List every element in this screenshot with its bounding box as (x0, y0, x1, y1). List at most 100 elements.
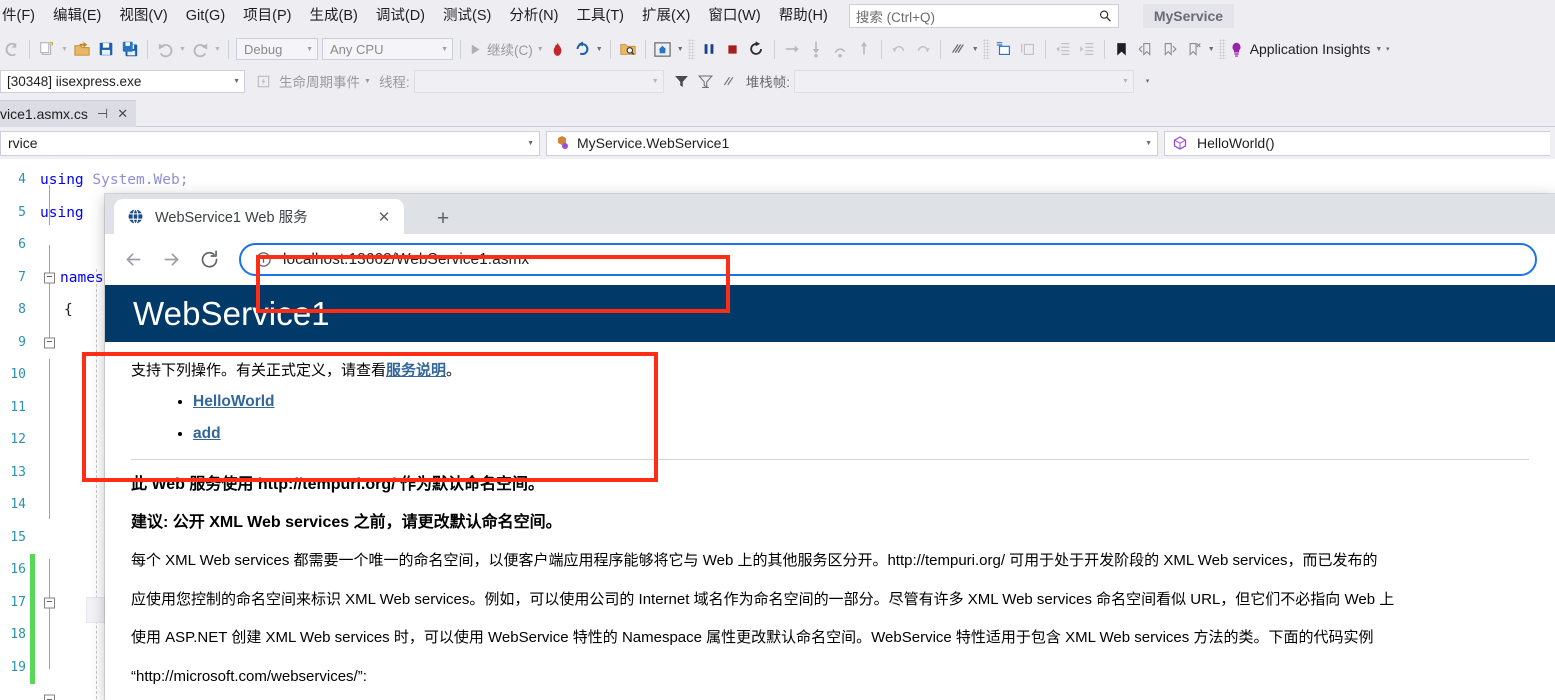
menu-item-test[interactable]: 测试(S) (434, 3, 500, 29)
threads-icon[interactable] (946, 37, 970, 61)
continue-label: 继续(C) (487, 43, 533, 58)
undo-icon[interactable] (153, 37, 177, 61)
service-description-link[interactable]: 服务说明 (386, 362, 446, 379)
show-next-statement-icon[interactable] (780, 37, 804, 61)
threads-caret-icon[interactable]: ▼ (970, 38, 981, 60)
menu-item-debug[interactable]: 调试(D) (367, 3, 434, 29)
member-value: HelloWorld() (1197, 135, 1275, 151)
menu-item-extensions[interactable]: 扩展(X) (633, 3, 699, 29)
menu-item-tools[interactable]: 工具(T) (567, 3, 633, 29)
next-bookmark-icon[interactable] (1158, 37, 1182, 61)
toolbar-overflow-icon[interactable]: ▾ (1382, 38, 1393, 60)
redo-icon[interactable] (188, 37, 212, 61)
menu-item-window[interactable]: 窗口(W) (699, 3, 769, 29)
comment-selection-icon[interactable] (992, 37, 1016, 61)
restart-icon[interactable] (570, 37, 594, 61)
menu-item-git[interactable]: Git(G) (177, 3, 234, 29)
decrease-indent-icon[interactable] (1051, 37, 1075, 61)
toolbar-separator-2 (147, 39, 148, 59)
clear-bookmarks-icon[interactable] (1182, 37, 1206, 61)
menu-item-view[interactable]: 视图(V) (110, 3, 176, 29)
step-into-icon[interactable] (804, 37, 828, 61)
menu-item-build[interactable]: 生成(B) (301, 3, 367, 29)
web-browser-icon[interactable] (651, 37, 675, 61)
process-dropdown[interactable]: [30348] iisexpress.exe ▼ (0, 69, 245, 93)
toolbar-grip-3[interactable] (1218, 39, 1226, 59)
menu-item-file[interactable]: 件(F) (0, 3, 44, 29)
stack-frame-dropdown[interactable]: ▼ (793, 69, 1134, 93)
chevron-down-icon[interactable]: ▼ (537, 46, 544, 53)
filter-icon[interactable] (670, 69, 694, 93)
browse-with-icon[interactable] (616, 37, 640, 61)
new-project-caret-icon[interactable]: ▼ (59, 38, 70, 60)
back-navigate-icon[interactable] (0, 37, 24, 61)
fold-toggle-icon[interactable]: − (44, 337, 55, 349)
new-project-icon[interactable] (35, 37, 59, 61)
step-back-icon[interactable] (887, 37, 911, 61)
debugbar-overflow-icon[interactable]: ▾ (1142, 70, 1153, 92)
menu-item-edit[interactable]: 编辑(E) (44, 3, 110, 29)
step-out-icon[interactable] (852, 37, 876, 61)
threads-view-icon[interactable] (718, 69, 742, 93)
lifecycle-events-icon[interactable] (251, 69, 275, 93)
open-file-icon[interactable] (70, 37, 94, 61)
new-tab-button[interactable]: + (430, 205, 456, 231)
forward-button[interactable] (155, 243, 188, 276)
pin-icon[interactable]: ⊣ (97, 106, 108, 122)
save-icon[interactable] (94, 37, 118, 61)
thread-dropdown[interactable]: ▼ (413, 69, 664, 93)
undo-caret-icon[interactable]: ▼ (177, 38, 188, 60)
step-forward-icon[interactable] (911, 37, 935, 61)
line-number: 12 (10, 432, 26, 447)
tab-close-icon[interactable]: ✕ (374, 207, 394, 227)
standard-toolbar: ▼ ▼ ▼ Debug ▼ Any CPU ▼ 继续(C) ▼ ▼ ▼ ▼ ▼ … (0, 33, 1555, 65)
chevron-down-icon: ▼ (527, 139, 534, 147)
chevron-down-icon[interactable]: ▼ (1375, 46, 1382, 53)
browser-tab[interactable]: WebService1 Web 服务 ✕ (114, 199, 404, 234)
uncomment-selection-icon[interactable] (1016, 37, 1040, 61)
restart-caret-icon[interactable]: ▼ (594, 38, 605, 60)
previous-bookmark-icon[interactable] (1134, 37, 1158, 61)
divider (131, 458, 1529, 460)
step-over-icon[interactable] (828, 37, 852, 61)
web-browser-caret-icon[interactable]: ▼ (675, 38, 686, 60)
menu-item-analyze[interactable]: 分析(N) (500, 3, 567, 29)
menu-item-help[interactable]: 帮助(H) (770, 3, 837, 29)
save-all-icon[interactable] (118, 37, 142, 61)
fold-toggle-icon[interactable]: − (44, 597, 55, 609)
toolbar-grip-2[interactable] (982, 39, 990, 59)
chevron-down-icon[interactable]: ▼ (364, 78, 371, 85)
application-insights-button[interactable]: Application Insights ▼ (1228, 41, 1382, 58)
line-number: 13 (10, 464, 26, 480)
redo-caret-icon[interactable]: ▼ (212, 38, 223, 60)
operation-link-add[interactable]: add (193, 425, 221, 442)
solution-platform-dropdown[interactable]: Any CPU ▼ (322, 38, 453, 60)
member-dropdown[interactable]: HelloWorld() (1164, 130, 1550, 156)
type-dropdown[interactable]: MyService.WebService1 ▼ (546, 130, 1158, 156)
operation-link-helloworld[interactable]: HelloWorld (193, 393, 275, 410)
global-search-box[interactable]: 搜索 (Ctrl+Q) (848, 4, 1119, 28)
toolbar-grip[interactable] (687, 39, 695, 59)
project-dropdown[interactable]: rvice ▼ (0, 130, 540, 156)
reload-button[interactable] (193, 243, 226, 276)
filter-clear-icon[interactable] (694, 69, 718, 93)
menu-item-project[interactable]: 项目(P) (234, 3, 300, 29)
bookmarks-caret-icon[interactable]: ▼ (1206, 38, 1217, 60)
fold-toggle-icon[interactable]: − (44, 272, 55, 284)
solution-configuration-dropdown[interactable]: Debug ▼ (236, 38, 318, 60)
increase-indent-icon[interactable] (1075, 37, 1099, 61)
account-name[interactable]: MyService (1142, 4, 1235, 28)
document-tab-webservice1[interactable]: vice1.asmx.cs ⊣ ✕ (0, 100, 137, 127)
continue-button[interactable]: 继续(C) ▼ (466, 39, 546, 59)
toggle-bookmark-icon[interactable] (1110, 37, 1134, 61)
break-all-icon[interactable] (697, 37, 721, 61)
code-line[interactable]: using System.Web; (40, 164, 1555, 197)
close-icon[interactable]: ✕ (117, 106, 128, 122)
browser-tab-title: WebService1 Web 服务 (155, 210, 308, 226)
stop-debugging-icon[interactable] (721, 37, 745, 61)
hot-reload-icon[interactable] (546, 37, 570, 61)
back-button[interactable] (117, 243, 150, 276)
address-bar[interactable]: localhost:13662/WebService1.asmx (239, 243, 1537, 276)
fold-toggle-icon[interactable]: − (44, 694, 55, 700)
restart-debug-icon[interactable] (745, 37, 769, 61)
